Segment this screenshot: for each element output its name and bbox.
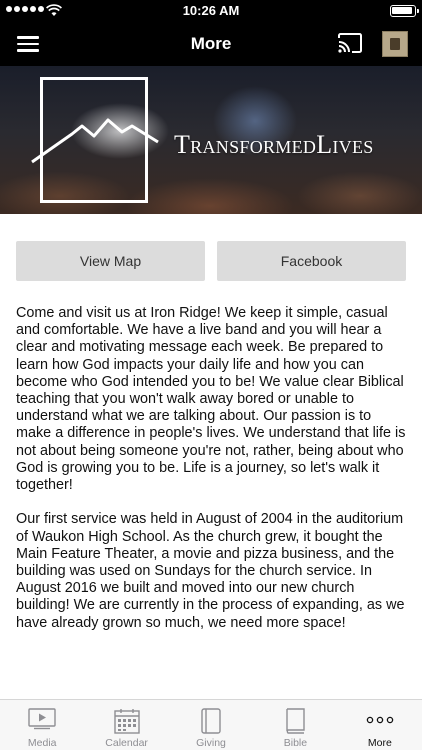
tab-media[interactable]: Media xyxy=(0,700,84,750)
tab-giving[interactable]: Giving xyxy=(169,700,253,750)
tab-label: Bible xyxy=(283,737,308,749)
bible-icon xyxy=(286,708,306,734)
calendar-icon xyxy=(113,709,140,734)
tab-label: Media xyxy=(27,737,57,749)
description-paragraph: Come and visit us at Iron Ridge! We keep… xyxy=(16,305,406,494)
tab-bar: Media Calendar Giving Bible More xyxy=(0,699,422,750)
battery-icon xyxy=(390,5,419,17)
hero-banner: TransformedLives xyxy=(0,66,422,214)
tab-calendar[interactable]: Calendar xyxy=(84,700,168,750)
brand-wordmark: TransformedLives xyxy=(174,130,374,159)
media-icon xyxy=(28,708,56,730)
tab-label: Calendar xyxy=(105,737,148,749)
giving-icon xyxy=(201,708,221,734)
tab-label: More xyxy=(367,737,392,749)
cast-icon[interactable] xyxy=(338,33,362,53)
bible-cover-thumbnail[interactable] xyxy=(382,31,408,57)
more-icon xyxy=(366,716,394,724)
view-map-button[interactable]: View Map xyxy=(16,241,205,281)
tab-more[interactable]: More xyxy=(338,700,422,750)
tab-label: Giving xyxy=(196,737,226,749)
status-bar: 10:26 AM xyxy=(0,0,422,22)
description-paragraph: Our first service was held in August of … xyxy=(16,511,405,631)
church-description: Come and visit us at Iron Ridge! We keep… xyxy=(16,305,408,649)
navigation-bar: More xyxy=(0,22,422,66)
facebook-button[interactable]: Facebook xyxy=(217,241,406,281)
status-time: 10:26 AM xyxy=(182,3,240,18)
tab-bible[interactable]: Bible xyxy=(253,700,337,750)
mountain-logo-icon xyxy=(31,118,159,164)
